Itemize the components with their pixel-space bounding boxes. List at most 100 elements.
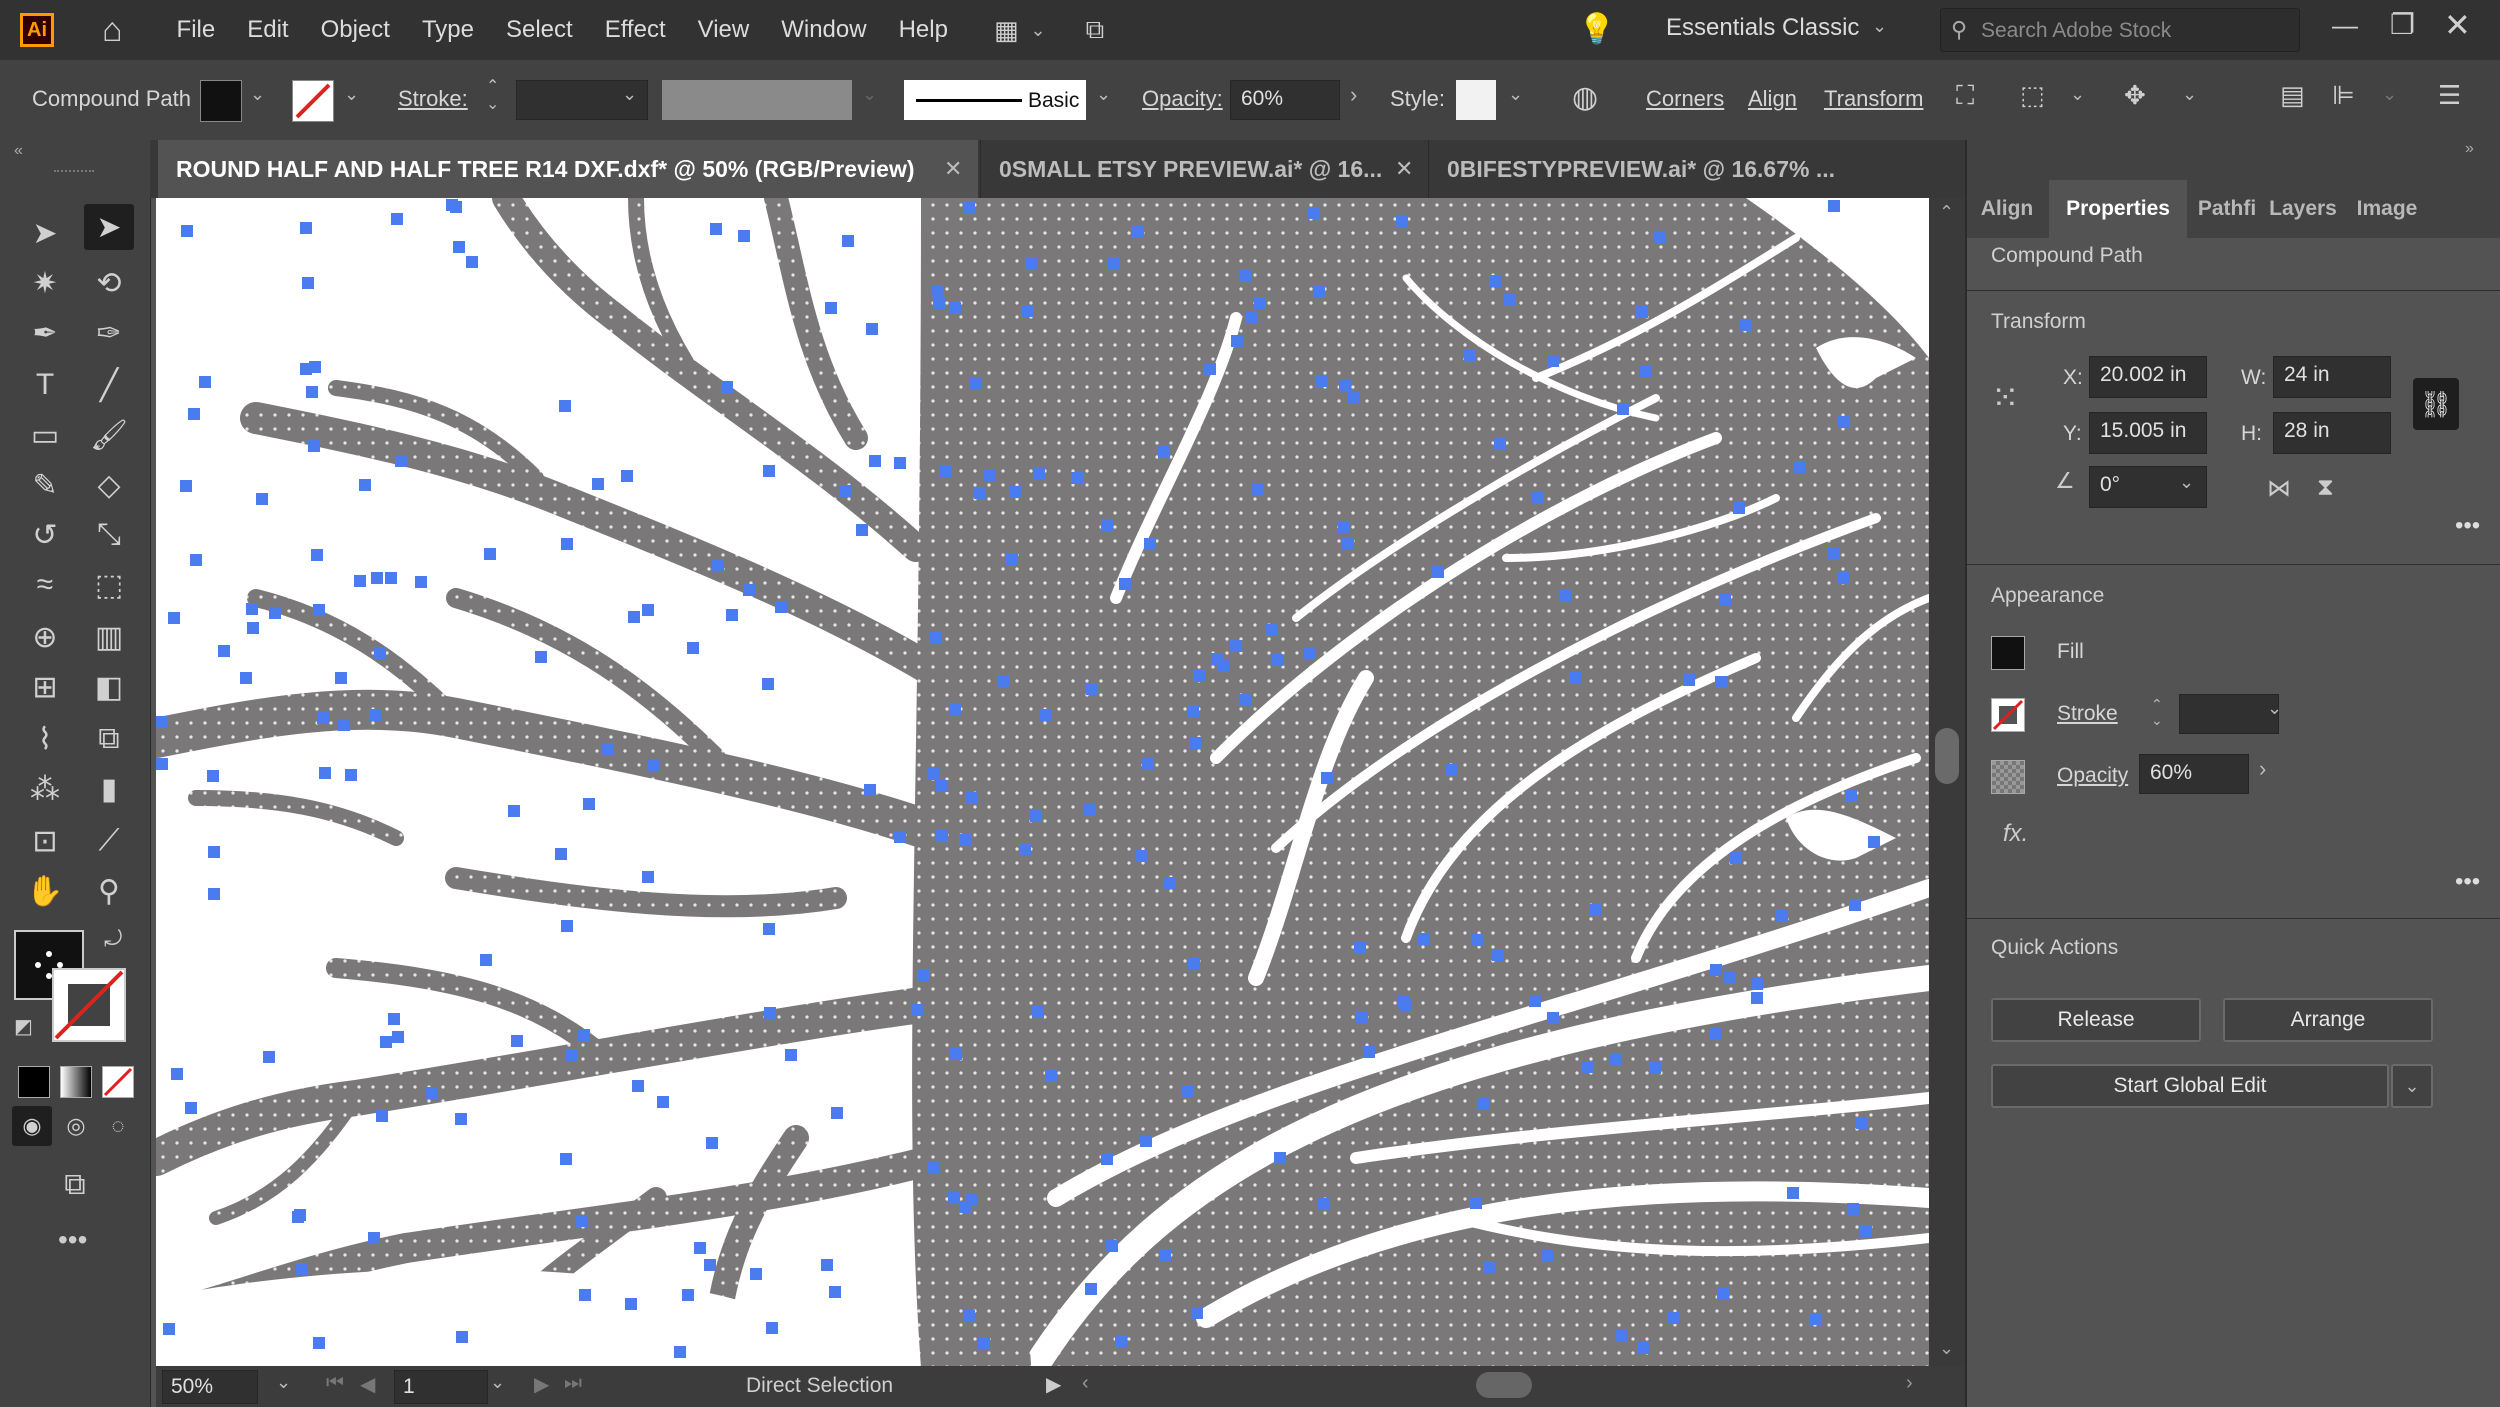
- anchor-point[interactable]: [869, 455, 881, 467]
- anchor-point[interactable]: [1188, 958, 1200, 970]
- anchor-point[interactable]: [1204, 363, 1216, 375]
- anchor-point[interactable]: [978, 1337, 990, 1349]
- anchor-point[interactable]: [1856, 1117, 1868, 1129]
- anchor-point[interactable]: [395, 455, 407, 467]
- anchor-point[interactable]: [1709, 1028, 1721, 1040]
- anchor-point[interactable]: [997, 675, 1009, 687]
- tab-align[interactable]: Align: [1967, 180, 2047, 238]
- anchor-point[interactable]: [319, 767, 331, 779]
- isolate-icon[interactable]: ⛶: [1956, 80, 1974, 112]
- anchor-point[interactable]: [831, 1107, 843, 1119]
- anchor-point[interactable]: [706, 1137, 718, 1149]
- anchor-point[interactable]: [940, 465, 952, 477]
- anchor-point[interactable]: [1542, 1250, 1554, 1262]
- anchor-point[interactable]: [1809, 1313, 1821, 1325]
- anchor-point[interactable]: [1030, 810, 1042, 822]
- anchor-point[interactable]: [1683, 674, 1695, 686]
- anchor-point[interactable]: [391, 213, 403, 225]
- anchor-point[interactable]: [168, 612, 180, 624]
- anchor-point[interactable]: [1715, 676, 1727, 688]
- anchor-point[interactable]: [1085, 1283, 1097, 1295]
- vertical-scrollbar[interactable]: ⌃ ⌄: [1929, 198, 1965, 1366]
- anchor-point[interactable]: [1396, 215, 1408, 227]
- anchor-point[interactable]: [392, 1031, 404, 1043]
- anchor-point[interactable]: [1828, 200, 1840, 212]
- anchor-point[interactable]: [561, 538, 573, 550]
- tab-bifesty-preview[interactable]: 0BIFESTYPREVIEW.ai* @ 16.67% ...: [1428, 140, 1878, 198]
- anchor-point[interactable]: [190, 554, 202, 566]
- opacity-label[interactable]: Opacity:: [1142, 86, 1223, 112]
- anchor-point[interactable]: [974, 487, 986, 499]
- lightbulb-icon[interactable]: 💡: [1578, 12, 1615, 47]
- anchor-point[interactable]: [1040, 709, 1052, 721]
- global-edit-options-button[interactable]: ⌄: [2391, 1064, 2433, 1108]
- anchor-point[interactable]: [583, 798, 595, 810]
- menu-object[interactable]: Object: [305, 16, 406, 44]
- anchor-point[interactable]: [825, 302, 837, 314]
- anchor-point[interactable]: [764, 1007, 776, 1019]
- scale-tool-icon[interactable]: ⤡: [84, 512, 134, 558]
- anchor-point[interactable]: [949, 302, 961, 314]
- anchor-point[interactable]: [1230, 640, 1242, 652]
- anchor-point[interactable]: [1470, 1197, 1482, 1209]
- anchor-point[interactable]: [1845, 790, 1857, 802]
- tab-small-etsy-preview[interactable]: 0SMALL ETSY PREVIEW.ai* @ 16... ✕: [980, 140, 1426, 198]
- anchor-point[interactable]: [1418, 933, 1430, 945]
- anchor-point[interactable]: [1347, 392, 1359, 404]
- anchor-point[interactable]: [1489, 275, 1501, 287]
- anchor-point[interactable]: [1318, 1198, 1330, 1210]
- stroke-color-indicator[interactable]: [52, 968, 126, 1042]
- anchor-point[interactable]: [246, 603, 258, 615]
- anchor-point[interactable]: [917, 969, 929, 981]
- anchor-point[interactable]: [948, 1191, 960, 1203]
- corners-link[interactable]: Corners: [1646, 86, 1724, 112]
- anchor-point[interactable]: [766, 1322, 778, 1334]
- anchor-point[interactable]: [156, 716, 168, 728]
- anchor-point[interactable]: [313, 1337, 325, 1349]
- anchor-point[interactable]: [1021, 305, 1033, 317]
- anchor-point[interactable]: [1637, 1342, 1649, 1354]
- anchor-point[interactable]: [1101, 519, 1113, 531]
- anchor-point[interactable]: [578, 1029, 590, 1041]
- shaper-tool-icon[interactable]: ✎: [20, 462, 70, 508]
- anchor-point[interactable]: [374, 647, 386, 659]
- shape-builder-tool-icon[interactable]: ⊕: [20, 614, 70, 660]
- anchor-point[interactable]: [296, 1263, 308, 1275]
- anchor-point[interactable]: [930, 632, 942, 644]
- anchor-point[interactable]: [1445, 764, 1457, 776]
- constrain-proportions-icon[interactable]: ⛓: [2413, 378, 2459, 430]
- anchor-point[interactable]: [984, 469, 996, 481]
- anchor-point[interactable]: [657, 1096, 669, 1108]
- chevron-down-icon[interactable]: ⌄: [2070, 84, 2085, 105]
- anchor-point[interactable]: [1025, 258, 1037, 270]
- anchor-point[interactable]: [535, 651, 547, 663]
- fill-swatch[interactable]: [1991, 636, 2025, 670]
- anchor-point[interactable]: [380, 1036, 392, 1048]
- tab-round-half-and-half-tree[interactable]: ROUND HALF AND HALF TREE R14 DXF.dxf* @ …: [158, 140, 978, 198]
- anchor-point[interactable]: [218, 645, 230, 657]
- chevron-right-icon[interactable]: ›: [1350, 82, 1357, 108]
- menu-window[interactable]: Window: [765, 16, 882, 44]
- anchor-point[interactable]: [313, 604, 325, 616]
- anchor-point[interactable]: [185, 1102, 197, 1114]
- menu-view[interactable]: View: [682, 16, 766, 44]
- anchor-point[interactable]: [269, 607, 281, 619]
- anchor-point[interactable]: [1398, 995, 1410, 1007]
- anchor-point[interactable]: [1615, 1330, 1627, 1342]
- anchor-point[interactable]: [426, 1087, 438, 1099]
- magic-wand-tool-icon[interactable]: ✷: [20, 260, 70, 306]
- anchor-point[interactable]: [345, 769, 357, 781]
- tab-properties[interactable]: Properties: [2049, 180, 2187, 238]
- tab-layers[interactable]: Layers: [2267, 180, 2339, 238]
- anchor-point[interactable]: [359, 479, 371, 491]
- lasso-tool-icon[interactable]: ⟲: [84, 260, 134, 306]
- anchor-point[interactable]: [1356, 1011, 1368, 1023]
- anchor-point[interactable]: [180, 480, 192, 492]
- anchor-point[interactable]: [1107, 258, 1119, 270]
- more-options-icon[interactable]: •••: [2455, 512, 2480, 540]
- anchor-point[interactable]: [1494, 438, 1506, 450]
- chevron-down-icon[interactable]: ⌄: [862, 84, 877, 105]
- anchor-point[interactable]: [1191, 1307, 1203, 1319]
- anchor-point[interactable]: [1144, 538, 1156, 550]
- anchor-point[interactable]: [1193, 670, 1205, 682]
